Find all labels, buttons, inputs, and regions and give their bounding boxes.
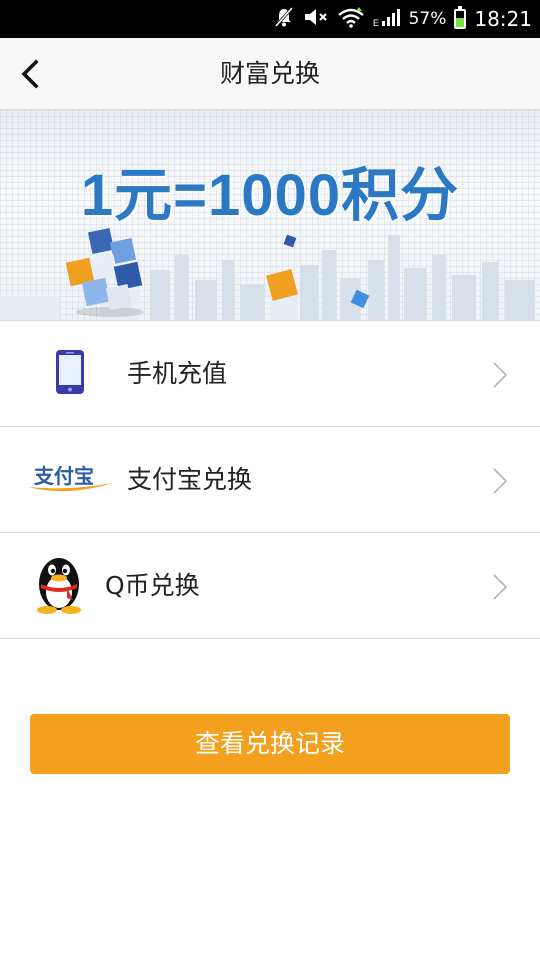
chevron-right-icon (493, 574, 508, 600)
wifi-icon (337, 6, 365, 33)
list-item-mobile-recharge[interactable]: 手机充值 (0, 321, 540, 427)
list-item-alipay[interactable]: 支付宝 支付宝兑换 (0, 427, 540, 533)
mute-notifications-icon (273, 6, 295, 33)
qq-penguin-icon (33, 554, 85, 618)
app-header: 财富兑换 (0, 38, 540, 110)
status-time: 18:21 (474, 7, 532, 31)
volume-muted-icon (303, 6, 329, 33)
list-item-label: 手机充值 (127, 359, 228, 388)
status-bar: E 57% 18:21 (0, 0, 540, 38)
battery-icon (454, 6, 467, 29)
mobile-phone-icon (56, 349, 84, 398)
chevron-right-icon (493, 468, 508, 494)
list-item-label: 支付宝兑换 (127, 465, 253, 494)
page-title: 财富兑换 (219, 59, 320, 88)
chevron-right-icon (493, 362, 508, 388)
view-exchange-records-button[interactable]: 查看兑换记录 (30, 714, 510, 774)
svg-text:E: E (373, 18, 379, 28)
promo-banner: 1元=1000积分 (0, 110, 540, 320)
list-item-label: Q币兑换 (105, 571, 200, 600)
floating-cubes-graphic (266, 234, 370, 309)
battery-percent: 57% (408, 9, 447, 29)
alipay-logo-icon: 支付宝 (28, 461, 112, 499)
exchange-options-list: 手机充值 支付宝 支付宝兑换 Q币兑换 (0, 320, 540, 639)
list-item-q-coin[interactable]: Q币兑换 (0, 533, 540, 639)
svg-text:支付宝: 支付宝 (34, 464, 94, 488)
signal-icon: E (373, 6, 401, 33)
cube-graphic (65, 227, 144, 317)
